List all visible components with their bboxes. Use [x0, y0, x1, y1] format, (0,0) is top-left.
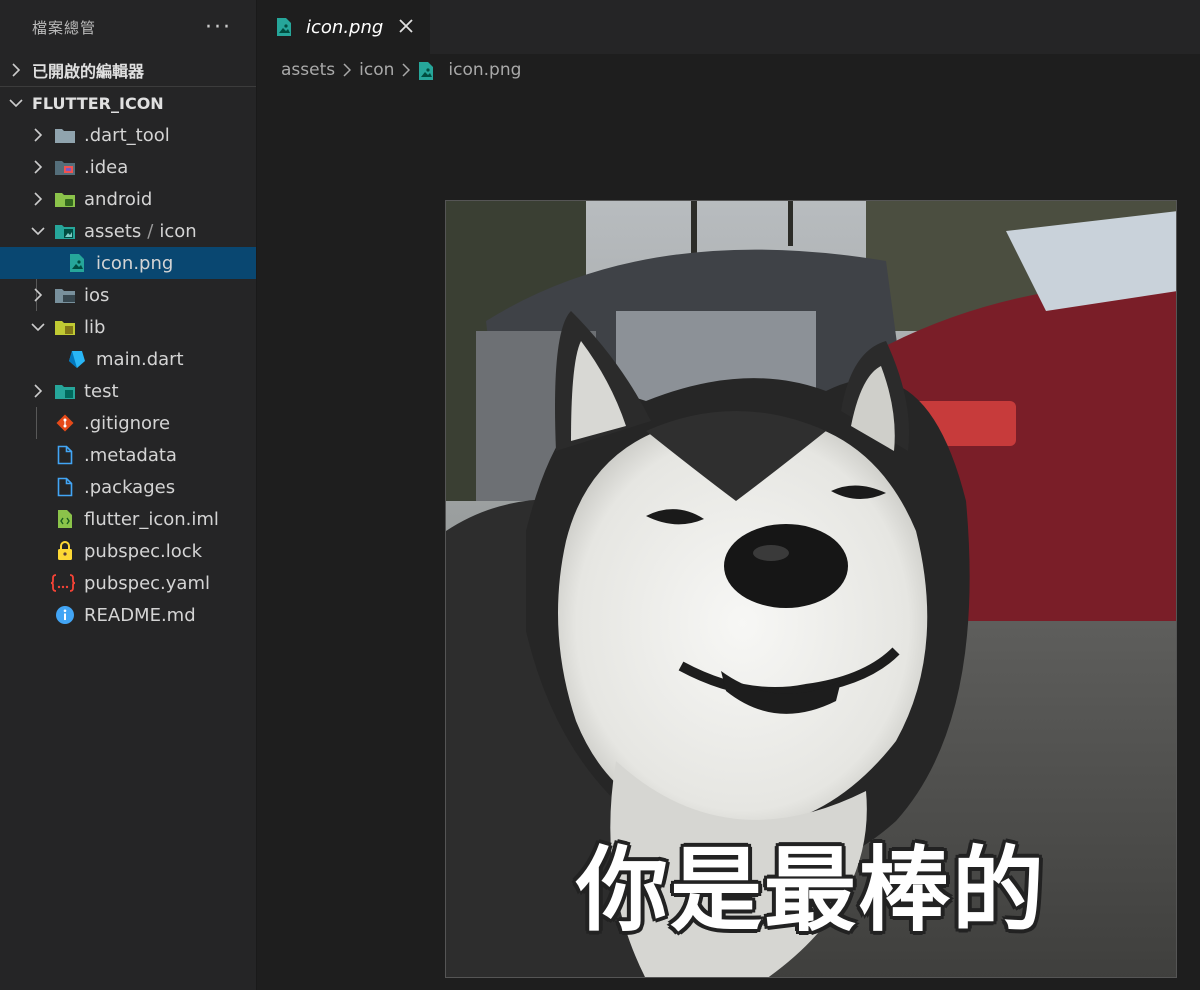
project-section[interactable]: FLUTTER_ICON [0, 87, 256, 119]
chevron-right-icon [30, 191, 46, 207]
dart-file-icon [66, 348, 88, 370]
tree-item-label: test [84, 380, 119, 402]
tree-item-assets-icon[interactable]: assets / icon [0, 215, 256, 247]
more-actions-icon[interactable]: ··· [205, 15, 232, 40]
tree-item-main-dart[interactable]: main.dart [0, 343, 256, 375]
breadcrumb-item[interactable]: icon.png [448, 60, 521, 80]
tree-item-android[interactable]: android [0, 183, 256, 215]
tree-item-label: .packages [84, 476, 176, 498]
tree-item-label: pubspec.yaml [84, 572, 210, 594]
tree-item-ios[interactable]: ios [0, 279, 256, 311]
assets-folder-icon [54, 220, 76, 242]
image-file-icon [418, 61, 436, 80]
folder-icon [54, 124, 76, 146]
tree-item-icon-png[interactable]: icon.png [0, 247, 256, 279]
explorer-title: 檔案總管 [32, 18, 97, 37]
tree-item-label: ios [84, 284, 110, 306]
ios-folder-icon [54, 284, 76, 306]
tree-item-label: README.md [84, 604, 196, 626]
chevron-right-icon [30, 383, 46, 399]
file-icon [54, 444, 76, 466]
tree-item-pubspec-yaml[interactable]: pubspec.yaml [0, 567, 256, 599]
chevron-right-icon [402, 63, 411, 77]
tree-item-test[interactable]: test [0, 375, 256, 407]
tree-item-label: lib [84, 316, 106, 338]
open-editors-label: 已開啟的編輯器 [32, 62, 145, 81]
image-preview: 你是最棒的 [445, 200, 1177, 978]
breadcrumb-item[interactable]: icon [359, 60, 394, 80]
breadcrumb: assets icon icon.png [281, 56, 521, 84]
image-caption: 你是最棒的 [575, 837, 1046, 944]
tree-item-lib[interactable]: lib [0, 311, 256, 343]
info-file-icon [54, 604, 76, 626]
explorer-header: 檔案總管 ··· [0, 0, 256, 54]
tree-item-gitignore[interactable]: .gitignore [0, 407, 256, 439]
chevron-right-icon [8, 63, 24, 77]
open-editors-section[interactable]: 已開啟的編輯器 [0, 54, 256, 86]
path-separator: / [147, 220, 154, 242]
lib-folder-icon [54, 316, 76, 338]
tree-item-idea[interactable]: .idea [0, 151, 256, 183]
tree-item-label: .metadata [84, 444, 177, 466]
image-file-icon [66, 252, 88, 274]
image-file-icon [276, 17, 296, 37]
idea-folder-icon [54, 156, 76, 178]
tree-item-label: pubspec.lock [84, 540, 203, 562]
file-tree: .dart_tool .idea android assets / icon i… [0, 119, 256, 631]
project-label: FLUTTER_ICON [32, 93, 164, 113]
tree-item-pubspec-lock[interactable]: pubspec.lock [0, 535, 256, 567]
git-file-icon [54, 412, 76, 434]
tree-item-label: .idea [84, 156, 129, 178]
tree-item-label: assets [84, 220, 142, 242]
breadcrumb-item[interactable]: assets [281, 60, 335, 80]
tab-label: icon.png [306, 16, 384, 38]
chevron-down-icon [8, 98, 24, 108]
chevron-right-icon [30, 287, 46, 303]
tree-item-label: android [84, 188, 153, 210]
close-icon[interactable] [396, 16, 416, 36]
tree-item-readme[interactable]: README.md [0, 599, 256, 631]
file-icon [54, 476, 76, 498]
explorer-sidebar: 檔案總管 ··· 已開啟的編輯器 FLUTTER_ICON .dart_tool… [0, 0, 257, 990]
chevron-down-icon [30, 223, 46, 239]
tree-item-metadata[interactable]: .metadata [0, 439, 256, 471]
test-folder-icon [54, 380, 76, 402]
tab-icon-png[interactable]: icon.png [258, 0, 430, 54]
tree-item-flutter-icon-iml[interactable]: flutter_icon.iml [0, 503, 256, 535]
tree-item-label: icon.png [96, 252, 174, 274]
lock-file-icon [54, 540, 76, 562]
chevron-right-icon [343, 63, 352, 77]
tree-item-label: .gitignore [84, 412, 171, 434]
tab-bar: icon.png [258, 0, 1200, 54]
chevron-right-icon [30, 159, 46, 175]
tree-item-sublabel: icon [159, 220, 197, 242]
tree-item-label: main.dart [96, 348, 184, 370]
xml-file-icon [54, 508, 76, 530]
tree-item-dart-tool[interactable]: .dart_tool [0, 119, 256, 151]
chevron-right-icon [30, 127, 46, 143]
chevron-down-icon [30, 319, 46, 335]
tree-item-label: .dart_tool [84, 124, 170, 146]
android-folder-icon [54, 188, 76, 210]
tree-item-label: flutter_icon.iml [84, 508, 219, 530]
yaml-file-icon [50, 572, 76, 594]
tree-item-packages[interactable]: .packages [0, 471, 256, 503]
